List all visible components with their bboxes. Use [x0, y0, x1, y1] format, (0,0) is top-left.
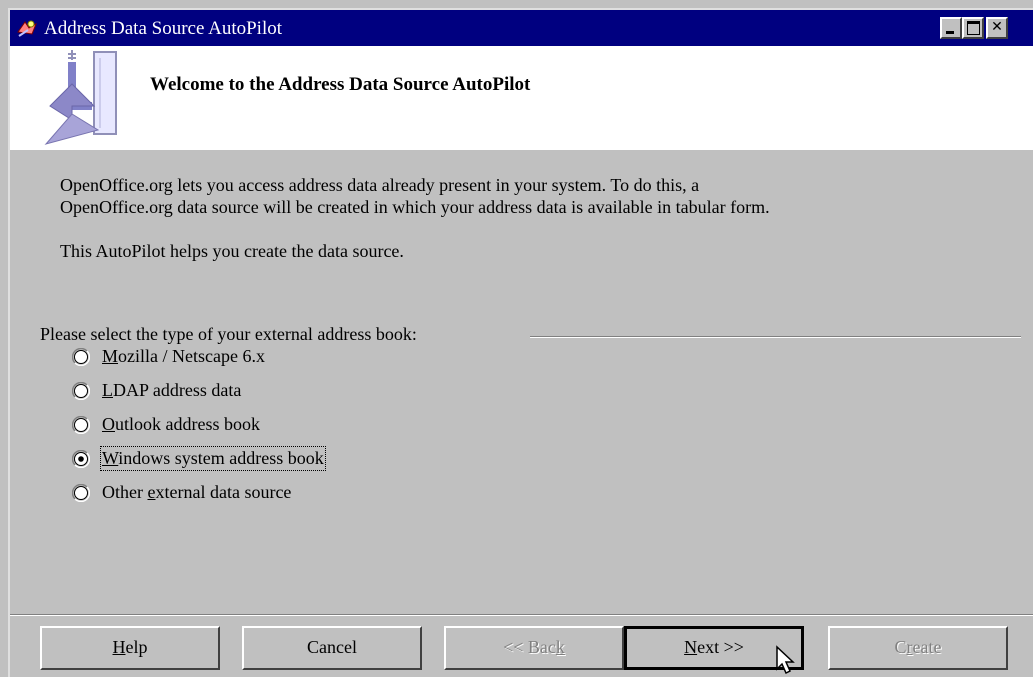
window-title: Address Data Source AutoPilot [44, 18, 283, 39]
minimize-button[interactable] [940, 17, 962, 39]
autopilot-arrow-graphic [44, 50, 117, 145]
maximize-icon [967, 21, 980, 35]
autopilot-dialog: Address Data Source AutoPilot ✕ Welcome … [8, 8, 1033, 677]
help-button[interactable]: Help [40, 626, 220, 670]
radio-circle-icon [72, 416, 90, 434]
radio-label: Other external data source [102, 482, 292, 502]
intro-line-3: This AutoPilot helps you create the data… [60, 241, 404, 261]
mouse-pointer-icon [776, 645, 795, 675]
radio-checked-icon [72, 450, 90, 468]
close-icon: ✕ [991, 19, 1003, 35]
back-button[interactable]: << Back [444, 626, 624, 670]
radio-circle-icon [72, 484, 90, 502]
close-button[interactable]: ✕ [986, 17, 1008, 39]
page-title: Welcome to the Address Data Source AutoP… [150, 74, 531, 95]
radio-label: Windows system address book [100, 446, 326, 471]
maximize-button[interactable] [962, 17, 984, 39]
radio-label: LDAP address data [102, 380, 242, 400]
title-bar[interactable]: Address Data Source AutoPilot ✕ [10, 10, 1033, 46]
intro-line-1: OpenOffice.org lets you access address d… [60, 175, 700, 195]
minimize-icon [946, 31, 954, 34]
radio-circle-icon [72, 382, 90, 400]
create-button[interactable]: Create [828, 626, 1008, 670]
radio-label: Outlook address book [102, 414, 260, 434]
intro-line-2: OpenOffice.org data source will be creat… [60, 197, 770, 217]
group-label: Please select the type of your external … [40, 324, 423, 345]
intro-text: OpenOffice.org lets you access address d… [60, 174, 1030, 262]
header-banner: Welcome to the Address Data Source AutoP… [10, 46, 1033, 150]
group-divider [530, 336, 1021, 338]
radio-circle-icon [72, 348, 90, 366]
autopilot-wand-icon [17, 20, 37, 37]
button-separator [10, 614, 1033, 616]
cancel-button[interactable]: Cancel [242, 626, 422, 670]
radio-label: Mozilla / Netscape 6.x [102, 346, 265, 366]
